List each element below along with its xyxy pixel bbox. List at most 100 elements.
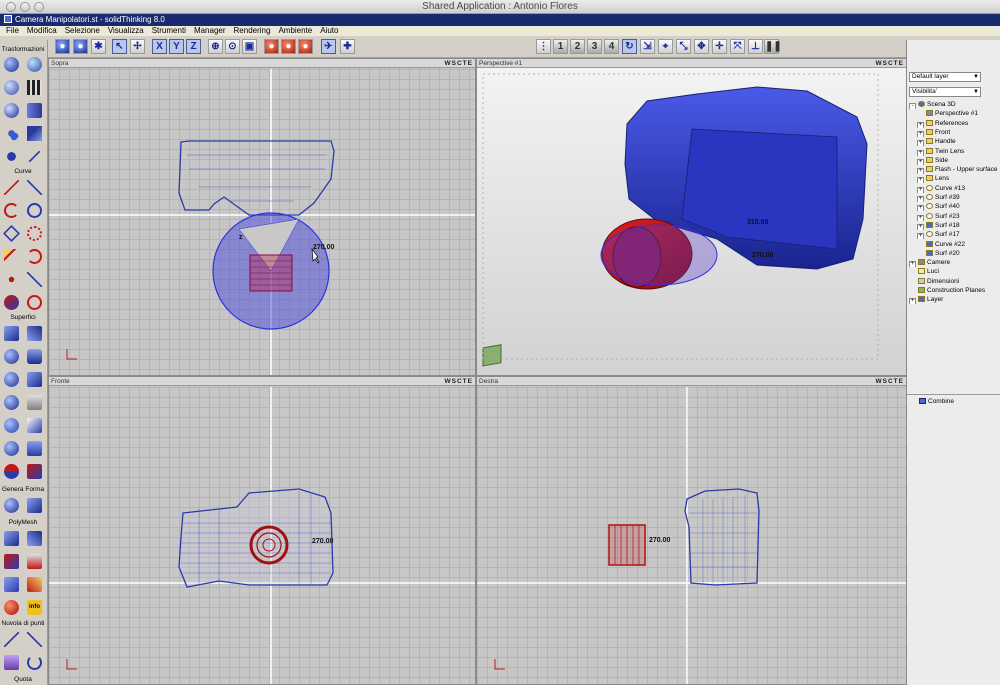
curve-fillet-icon[interactable] bbox=[24, 246, 45, 267]
curve-trim-icon[interactable] bbox=[1, 269, 22, 290]
twist-tool-icon[interactable] bbox=[24, 146, 45, 167]
surface-fillet-icon[interactable] bbox=[1, 392, 22, 413]
globe-tool-icon[interactable] bbox=[24, 54, 45, 75]
menu-selezione[interactable]: Selezione bbox=[61, 26, 104, 36]
menu-manager[interactable]: Manager bbox=[190, 26, 230, 36]
expand-icon[interactable]: + bbox=[917, 186, 924, 193]
surface-revolve-icon[interactable] bbox=[1, 346, 22, 367]
tree-item[interactable]: + Twin Lens bbox=[907, 147, 1000, 156]
expand-icon[interactable]: + bbox=[917, 140, 924, 147]
axis-z-button[interactable]: Z bbox=[186, 39, 201, 54]
tree-item[interactable]: Perspective #1 bbox=[907, 109, 1000, 118]
select-arrow-icon[interactable]: ↖ bbox=[112, 39, 127, 54]
expand-icon[interactable]: + bbox=[917, 223, 924, 230]
point-cloud-icon[interactable] bbox=[1, 597, 22, 618]
tree-item[interactable]: + Lens bbox=[907, 174, 1000, 184]
surface-patch-icon[interactable] bbox=[24, 369, 45, 390]
expand-icon[interactable]: + bbox=[917, 121, 924, 128]
surface-extrude-icon[interactable] bbox=[1, 323, 22, 344]
expand-icon[interactable]: + bbox=[917, 214, 924, 221]
move-icon[interactable]: ✈ bbox=[321, 39, 336, 54]
trash-icon[interactable] bbox=[1, 652, 22, 673]
view-4-button[interactable]: 4 bbox=[604, 39, 619, 54]
spline-tool-icon[interactable] bbox=[1, 177, 22, 198]
tree-item[interactable]: + Side bbox=[907, 156, 1000, 165]
tree-item[interactable]: + Flash - Upper surface bbox=[907, 165, 1000, 175]
expand-icon[interactable]: + bbox=[917, 233, 924, 240]
view-2-button[interactable]: 2 bbox=[570, 39, 585, 54]
menu-file[interactable]: File bbox=[2, 26, 23, 36]
tree-item[interactable]: Luci bbox=[907, 267, 1000, 276]
surface-sweep-icon[interactable] bbox=[24, 346, 45, 367]
viewport-perspective[interactable]: Perspective #1 WSCTE 310.00 270.00 bbox=[476, 58, 907, 376]
axis-y-button[interactable]: Y bbox=[169, 39, 184, 54]
grid-tool-icon[interactable] bbox=[24, 77, 45, 98]
surface-split-icon[interactable] bbox=[24, 415, 45, 436]
shape-morph-icon[interactable] bbox=[24, 495, 45, 516]
tree-item[interactable]: - Scena 3D bbox=[907, 100, 1000, 109]
line-tool-icon[interactable] bbox=[24, 177, 45, 198]
scale-icon[interactable]: ⇲ bbox=[640, 39, 655, 54]
curve-extend-icon[interactable] bbox=[24, 269, 45, 290]
tree-item[interactable]: Surf #20 bbox=[907, 249, 1000, 258]
shaded-sphere-icon[interactable]: ● bbox=[73, 39, 88, 54]
view-3-button[interactable]: 3 bbox=[587, 39, 602, 54]
axis-x-button[interactable]: X bbox=[152, 39, 167, 54]
polygon-tool-icon[interactable] bbox=[1, 223, 22, 244]
snap-point-icon[interactable]: ⌖ bbox=[658, 39, 673, 54]
view-1-button[interactable]: 1 bbox=[553, 39, 568, 54]
rotate-icon[interactable]: ↻ bbox=[622, 39, 637, 54]
mesh-convert-icon[interactable] bbox=[1, 574, 22, 595]
polymesh-edit-icon[interactable] bbox=[24, 528, 45, 549]
transform-icon[interactable]: ✢ bbox=[130, 39, 145, 54]
polymesh-icon[interactable] bbox=[1, 528, 22, 549]
close-window-button[interactable] bbox=[6, 2, 16, 12]
move-tool-icon[interactable] bbox=[1, 77, 22, 98]
expand-icon[interactable]: + bbox=[917, 158, 924, 165]
mesh-reduce-icon[interactable] bbox=[24, 551, 45, 572]
zoom-window-button[interactable] bbox=[34, 2, 44, 12]
circle-tool-icon[interactable] bbox=[24, 200, 45, 221]
expand-icon[interactable]: + bbox=[909, 298, 916, 305]
expand-icon[interactable]: + bbox=[917, 130, 924, 137]
minimize-window-button[interactable] bbox=[20, 2, 30, 12]
tree-item[interactable]: + Surf #18 bbox=[907, 221, 1000, 230]
array-tool-icon[interactable] bbox=[1, 123, 22, 144]
quota-linear-icon[interactable] bbox=[1, 629, 22, 650]
viewport-front[interactable]: Fronte WSCTE 270.00 bbox=[48, 376, 476, 685]
snap-perp-icon[interactable]: ⊥ bbox=[748, 39, 763, 54]
zoom-icon[interactable]: ⊕ bbox=[208, 39, 223, 54]
deform-tool-icon[interactable] bbox=[24, 123, 45, 144]
menu-strumenti[interactable]: Strumenti bbox=[148, 26, 190, 36]
spiral-tool-icon[interactable] bbox=[24, 223, 45, 244]
tree-item[interactable]: + Camere bbox=[907, 258, 1000, 268]
light-icon[interactable]: ● bbox=[298, 39, 313, 54]
mesh-smooth-icon[interactable] bbox=[1, 551, 22, 572]
info-icon[interactable]: info bbox=[24, 597, 45, 618]
tree-item[interactable]: + Layer bbox=[907, 295, 1000, 305]
curve-offset-icon[interactable] bbox=[1, 246, 22, 267]
snap-icon[interactable]: ✚ bbox=[340, 39, 355, 54]
surface-cap-icon[interactable] bbox=[24, 438, 45, 459]
surface-network-icon[interactable] bbox=[1, 369, 22, 390]
tree-item[interactable]: + References bbox=[907, 119, 1000, 128]
mesh-weld-icon[interactable] bbox=[24, 574, 45, 595]
tree-item[interactable]: Dimensioni bbox=[907, 277, 1000, 286]
curve-project-icon[interactable] bbox=[24, 292, 45, 313]
viewport-top-controls[interactable]: WSCTE bbox=[445, 59, 473, 68]
mirror-tool-icon[interactable] bbox=[24, 100, 45, 121]
snap-center-icon[interactable]: ✛ bbox=[712, 39, 727, 54]
menu-aiuto[interactable]: Aiuto bbox=[316, 26, 342, 36]
surface-trim-icon[interactable] bbox=[1, 415, 22, 436]
tree-item[interactable]: + Surf #17 bbox=[907, 230, 1000, 240]
expand-icon[interactable]: + bbox=[917, 177, 924, 184]
snap-end-icon[interactable]: ⤡ bbox=[676, 39, 691, 54]
blend-tool-icon[interactable] bbox=[1, 100, 22, 121]
snap-mid-icon[interactable]: ✥ bbox=[694, 39, 709, 54]
tree-item[interactable]: Curve #22 bbox=[907, 240, 1000, 249]
zoom-window-icon[interactable]: ⊙ bbox=[225, 39, 240, 54]
grid-snap-icon[interactable]: ⋮ bbox=[536, 39, 551, 54]
expand-icon[interactable]: + bbox=[917, 149, 924, 156]
material-icon[interactable]: ● bbox=[264, 39, 279, 54]
surface-shell-icon[interactable] bbox=[1, 461, 22, 482]
